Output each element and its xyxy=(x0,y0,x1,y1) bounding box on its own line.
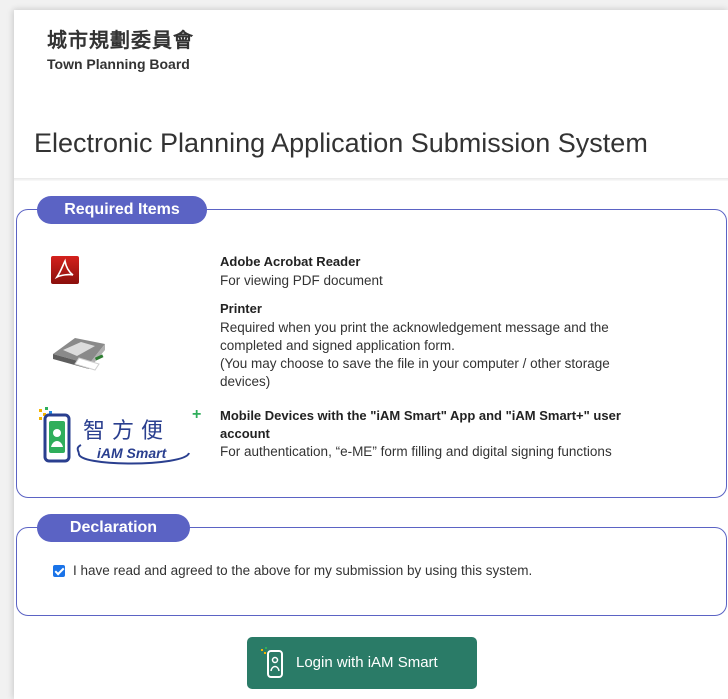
title-divider xyxy=(14,178,728,181)
page-title: Electronic Planning Application Submissi… xyxy=(34,128,648,158)
item-title-mobile: Mobile Devices with the "iAM Smart" App … xyxy=(220,408,621,441)
iam-smart-phone-icon xyxy=(261,647,287,679)
login-button-label: Login with iAM Smart xyxy=(296,654,438,671)
svg-text:+: + xyxy=(192,406,201,423)
printer-icon xyxy=(49,334,111,372)
adobe-acrobat-icon xyxy=(51,256,79,284)
declaration-heading: Declaration xyxy=(37,514,190,542)
declaration-checkbox[interactable] xyxy=(53,565,65,577)
iam-smart-logo-text-en: iAM Smart xyxy=(97,445,167,461)
board-name-chinese: 城市規劃委員會 xyxy=(47,28,194,52)
page: 城市規劃委員會 Town Planning Board Electronic P… xyxy=(14,10,728,699)
item-desc-printer: Required when you print the acknowledgem… xyxy=(220,320,610,389)
item-title-adobe: Adobe Acrobat Reader xyxy=(220,254,361,269)
declaration-panel: Declaration I have read and agreed to th… xyxy=(16,514,727,616)
login-with-iam-smart-button[interactable]: Login with iAM Smart xyxy=(247,637,477,689)
iam-smart-icon: + 智方便 iAM Smart xyxy=(35,405,207,471)
item-title-printer: Printer xyxy=(220,301,262,316)
required-items-panel: Required Items Adobe Acrobat Reader For … xyxy=(16,196,727,498)
iam-smart-logo-text-zh: 智方便 xyxy=(83,419,171,444)
board-name-english: Town Planning Board xyxy=(47,56,190,72)
declaration-text: I have read and agreed to the above for … xyxy=(73,563,533,578)
item-desc-adobe: For viewing PDF document xyxy=(220,273,383,288)
item-desc-mobile: For authentication, “e-ME” form filling … xyxy=(220,444,612,459)
required-items-heading: Required Items xyxy=(37,196,207,224)
